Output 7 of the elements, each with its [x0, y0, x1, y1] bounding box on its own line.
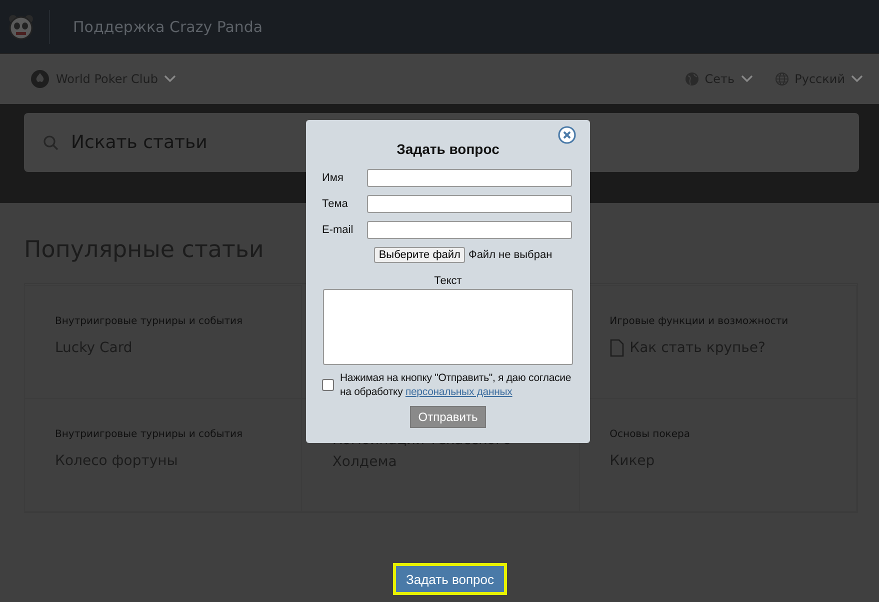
- file-status: Файл не выбран: [468, 249, 552, 261]
- field-label: Тема: [322, 198, 349, 210]
- field-label: E-mail: [322, 224, 354, 236]
- consent-text: Нажимая на кнопку "Отправить", я даю согласие на обработку персональных данных: [340, 371, 572, 399]
- field-label: Имя: [322, 172, 344, 184]
- dialog-title: Задать вопрос: [396, 141, 500, 157]
- field-label: Текст: [433, 275, 463, 287]
